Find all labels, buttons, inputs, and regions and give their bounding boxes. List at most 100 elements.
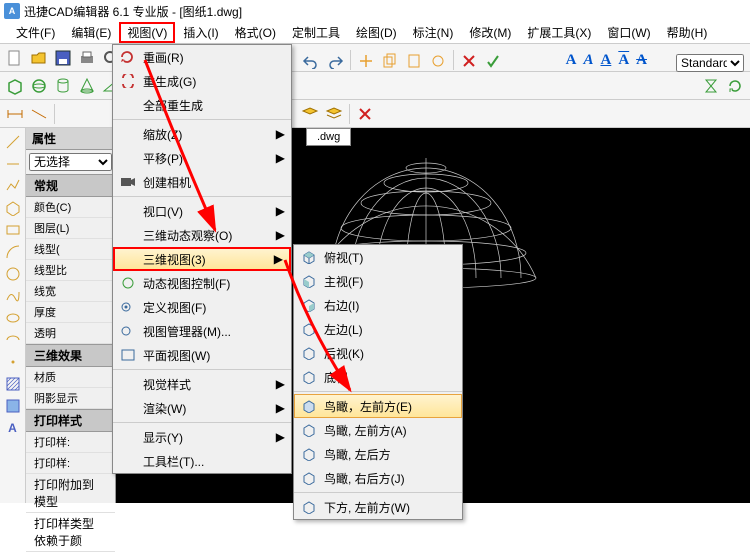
row-pstyle[interactable]: 打印样:: [26, 432, 115, 453]
menu-toolbar[interactable]: 工具栏(T)...: [113, 449, 291, 473]
copy-orange-icon[interactable]: [379, 50, 401, 72]
refresh-green-icon[interactable]: [724, 75, 746, 97]
row-ltype[interactable]: 线型(: [26, 239, 115, 260]
bold-icon[interactable]: A: [563, 52, 580, 69]
cut-orange-icon[interactable]: [355, 50, 377, 72]
circle-tool-icon[interactable]: [3, 264, 23, 284]
menu-regenall[interactable]: 全部重生成: [113, 93, 291, 117]
cube-icon[interactable]: [4, 75, 26, 97]
ray-tool-icon[interactable]: [3, 154, 23, 174]
menu-orbit[interactable]: 三维动态观察(O)▶: [113, 223, 291, 247]
menu-render[interactable]: 渲染(W)▶: [113, 396, 291, 420]
row-thick[interactable]: 厚度: [26, 302, 115, 323]
menu-view3d[interactable]: 三维视图(3)▶: [113, 247, 291, 271]
row-color[interactable]: 颜色(C): [26, 197, 115, 218]
row-pattach[interactable]: 打印附加到 模型: [26, 474, 115, 513]
hourglass-icon[interactable]: [700, 75, 722, 97]
match-icon[interactable]: [427, 50, 449, 72]
menu-draw[interactable]: 绘图(D): [348, 22, 405, 43]
sub-bottom[interactable]: 底视: [294, 365, 462, 389]
overline-icon[interactable]: A: [615, 52, 632, 69]
menu-redraw[interactable]: 重画(R): [113, 45, 291, 69]
menu-planview[interactable]: 平面视图(W): [113, 343, 291, 367]
sub-bird-br[interactable]: 鸟瞰, 右后方(J): [294, 466, 462, 490]
menu-camera[interactable]: 创建相机: [113, 170, 291, 194]
save-icon[interactable]: [52, 47, 74, 69]
menu-format[interactable]: 格式(O): [227, 22, 284, 43]
row-lscale[interactable]: 线型比: [26, 260, 115, 281]
dim2-icon[interactable]: [28, 103, 50, 125]
cylinder-icon[interactable]: [52, 75, 74, 97]
sub-bird-fl[interactable]: 鸟瞰，左前方(E): [294, 394, 462, 418]
menu-view[interactable]: 视图(V): [119, 22, 175, 43]
row-pstylet[interactable]: 打印样:: [26, 453, 115, 474]
rect-tool-icon[interactable]: [3, 220, 23, 240]
section-general[interactable]: 常规: [26, 174, 115, 197]
new-icon[interactable]: [4, 47, 26, 69]
row-transp[interactable]: 透明: [26, 323, 115, 344]
row-shadow[interactable]: 阴影显示: [26, 388, 115, 409]
arc-tool-icon[interactable]: [3, 242, 23, 262]
sub-bird-fla[interactable]: 鸟瞰, 左前方(A): [294, 418, 462, 442]
sub-right[interactable]: 右边(I): [294, 293, 462, 317]
layer2-icon[interactable]: [323, 103, 345, 125]
menu-extend[interactable]: 扩展工具(X): [519, 22, 599, 43]
cancel-icon[interactable]: [458, 50, 480, 72]
sub-bird-bl[interactable]: 鸟瞰, 左后方: [294, 442, 462, 466]
menu-insert[interactable]: 插入(I): [175, 22, 226, 43]
menu-modify[interactable]: 修改(M): [461, 22, 519, 43]
menu-help[interactable]: 帮助(H): [659, 22, 716, 43]
menu-pan[interactable]: 平移(P)▶: [113, 146, 291, 170]
undo-icon[interactable]: [300, 50, 322, 72]
earc-tool-icon[interactable]: [3, 330, 23, 350]
sphere-icon[interactable]: [28, 75, 50, 97]
row-material[interactable]: 材质: [26, 367, 115, 388]
menu-edit[interactable]: 编辑(E): [63, 22, 119, 43]
spline-tool-icon[interactable]: [3, 286, 23, 306]
menu-regen[interactable]: 重生成(G): [113, 69, 291, 93]
dim-icon[interactable]: [4, 103, 26, 125]
sub-below-fl[interactable]: 下方, 左前方(W): [294, 495, 462, 519]
menu-file[interactable]: 文件(F): [8, 22, 63, 43]
underline-icon[interactable]: A: [597, 52, 614, 69]
close-red-icon[interactable]: [354, 103, 376, 125]
row-layer[interactable]: 图层(L): [26, 218, 115, 239]
point-tool-icon[interactable]: [3, 352, 23, 372]
cone-icon[interactable]: [76, 75, 98, 97]
menu-vstyle[interactable]: 视觉样式▶: [113, 372, 291, 396]
polygon-tool-icon[interactable]: [3, 198, 23, 218]
strike-icon[interactable]: A: [633, 52, 650, 69]
menu-custom[interactable]: 定制工具: [284, 22, 348, 43]
row-lweight[interactable]: 线宽: [26, 281, 115, 302]
menu-dynview[interactable]: 动态视图控制(F): [113, 271, 291, 295]
check-icon[interactable]: [482, 50, 504, 72]
menu-display[interactable]: 显示(Y)▶: [113, 425, 291, 449]
menu-defview[interactable]: 定义视图(F): [113, 295, 291, 319]
open-icon[interactable]: [28, 47, 50, 69]
print-icon[interactable]: [76, 47, 98, 69]
section-fx[interactable]: 三维效果: [26, 344, 115, 367]
menu-annotate[interactable]: 标注(N): [405, 22, 462, 43]
region-tool-icon[interactable]: [3, 396, 23, 416]
menu-viewport[interactable]: 视口(V)▶: [113, 199, 291, 223]
row-pclass[interactable]: 打印样类型 依赖于颜: [26, 513, 115, 552]
paste-orange-icon[interactable]: [403, 50, 425, 72]
menu-viewmgr[interactable]: 视图管理器(M)...: [113, 319, 291, 343]
selection-select[interactable]: 无选择: [29, 153, 112, 171]
layer-red-icon[interactable]: [299, 103, 321, 125]
sub-back[interactable]: 后视(K): [294, 341, 462, 365]
sub-front[interactable]: 主视(F): [294, 269, 462, 293]
hatch-tool-icon[interactable]: [3, 374, 23, 394]
pline-tool-icon[interactable]: [3, 176, 23, 196]
sub-left[interactable]: 左边(L): [294, 317, 462, 341]
section-print[interactable]: 打印样式: [26, 409, 115, 432]
sub-top[interactable]: 俯视(T): [294, 245, 462, 269]
menu-zoom[interactable]: 缩放(Z)▶: [113, 122, 291, 146]
menu-window[interactable]: 窗口(W): [599, 22, 658, 43]
text-tool-icon[interactable]: A: [3, 418, 23, 438]
redo-icon[interactable]: [324, 50, 346, 72]
italic-icon[interactable]: A: [580, 52, 596, 69]
ellipse-tool-icon[interactable]: [3, 308, 23, 328]
style-select[interactable]: Standard: [676, 54, 744, 72]
line-tool-icon[interactable]: [3, 132, 23, 152]
